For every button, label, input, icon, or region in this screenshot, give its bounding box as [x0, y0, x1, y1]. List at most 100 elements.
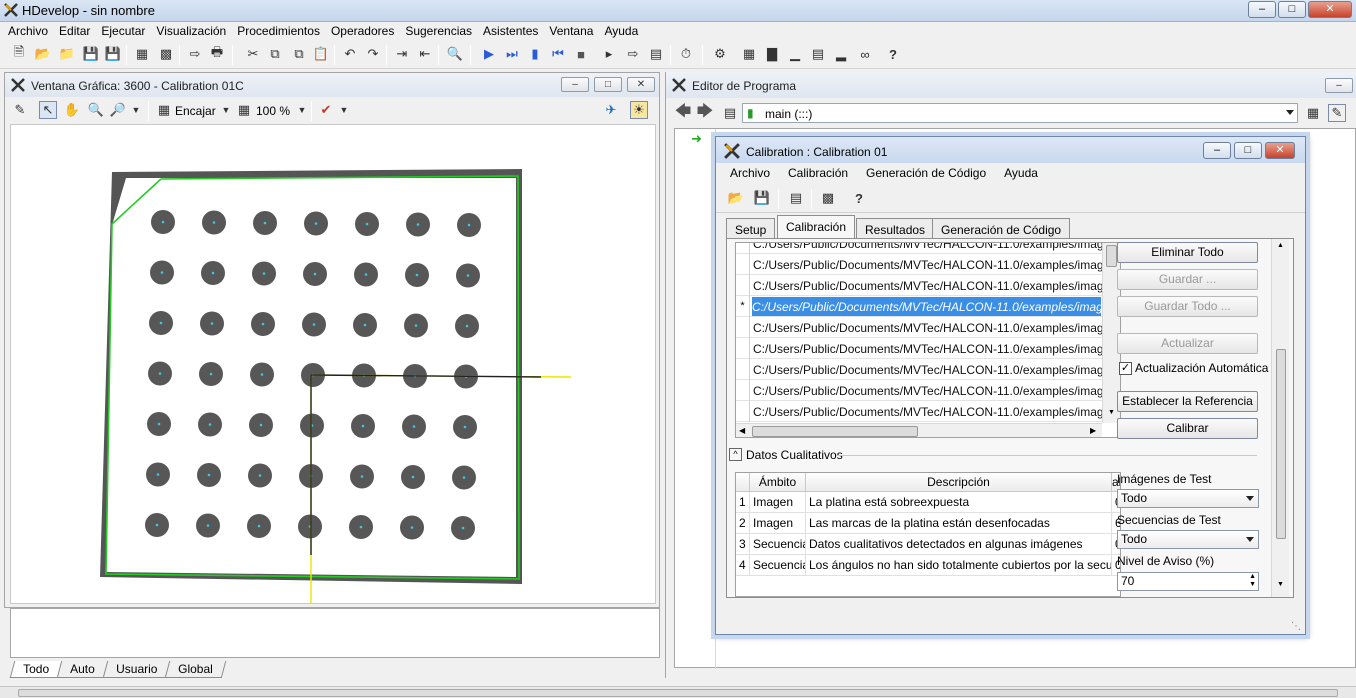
calibration-maximize-button[interactable]: □: [1234, 142, 1262, 159]
acquire-image-icon[interactable]: ▩: [819, 189, 837, 207]
undo-icon[interactable]: ↶: [341, 45, 359, 63]
minimize-button[interactable]: –: [1248, 1, 1276, 18]
header-description[interactable]: Descripción: [806, 473, 1112, 492]
lightbulb-icon[interactable]: ☀: [630, 101, 648, 119]
test-sequences-select[interactable]: Todo: [1117, 530, 1259, 549]
image-list-row[interactable]: C:/Users/Public/Documents/MVTec/HALCON-1…: [736, 275, 1102, 296]
zoom-level-dropdown-icon[interactable]: ▼: [293, 101, 311, 119]
open-recent-icon[interactable]: 📁: [58, 45, 76, 63]
help-icon[interactable]: ?: [884, 45, 902, 63]
tab-generacion-codigo[interactable]: Generación de Código: [932, 218, 1071, 238]
step-into-icon[interactable]: ▮: [526, 45, 544, 63]
image-list-row[interactable]: C:/Users/Public/Documents/MVTec/HALCON-1…: [736, 401, 1102, 422]
warning-level-spinbox[interactable]: 70 ▲ ▼: [1117, 572, 1259, 591]
maximize-button[interactable]: □: [1278, 1, 1306, 18]
load-images-icon[interactable]: ▤: [787, 189, 805, 207]
copy-icon[interactable]: ⧉: [266, 45, 284, 63]
pane-vscroll[interactable]: ▲ ▼: [1271, 239, 1289, 597]
image-list-row[interactable]: * C:/Users/Public/Documents/MVTec/HALCON-…: [736, 296, 1102, 317]
step-over-icon[interactable]: ⏭: [503, 45, 521, 63]
quality-cell-n[interactable]: 2: [736, 513, 750, 534]
procedure-list-icon[interactable]: ▤: [721, 104, 739, 122]
paste-icon[interactable]: 📋: [312, 45, 330, 63]
save-icon[interactable]: 💾: [753, 189, 771, 207]
close-button[interactable]: ✕: [1308, 1, 1352, 18]
quality-cell-scope[interactable]: Secuencia: [750, 534, 806, 555]
run-icon[interactable]: ▶: [480, 45, 498, 63]
open-folder-icon[interactable]: 📂: [34, 45, 52, 63]
pin-icon[interactable]: ✈: [602, 101, 620, 119]
pan-hand-icon[interactable]: ✋: [63, 101, 81, 119]
image-list-row[interactable]: C:/Users/Public/Documents/MVTec/HALCON-1…: [736, 243, 1102, 254]
tab-usuario[interactable]: Usuario: [102, 661, 171, 678]
graphics-maximize-button[interactable]: □: [594, 77, 622, 92]
resize-grip-icon[interactable]: ⋱: [1291, 621, 1301, 632]
zoom-dropdown-icon[interactable]: ▼: [127, 101, 145, 119]
menu-procedimientos[interactable]: Procedimientos: [233, 22, 327, 41]
collapse-quality-button[interactable]: ^: [729, 448, 742, 461]
cal-menu-generacion[interactable]: Generación de Código: [858, 163, 996, 183]
step-back-icon[interactable]: ⏮: [549, 45, 567, 63]
set-reference-button[interactable]: Establecer la Referencia: [1117, 391, 1258, 412]
quality-cell-scope[interactable]: Imagen: [750, 513, 806, 534]
tab-resultados[interactable]: Resultados: [856, 218, 935, 238]
quality-cell-desc[interactable]: Los ángulos no han sido totalmente cubie…: [806, 555, 1112, 576]
menu-visualizacion[interactable]: Visualización: [152, 22, 233, 41]
menu-ventana[interactable]: Ventana: [545, 22, 600, 41]
menu-asistentes[interactable]: Asistentes: [479, 22, 545, 41]
fit-icon[interactable]: ▦: [155, 101, 173, 119]
tab-todo[interactable]: Todo: [9, 661, 63, 678]
quality-cell-n[interactable]: 3: [736, 534, 750, 555]
header-scope[interactable]: Ámbito: [750, 473, 806, 492]
open-folder-icon[interactable]: 📂: [727, 189, 745, 207]
cal-menu-archivo[interactable]: Archivo: [722, 163, 780, 183]
program-editor-minimize-button[interactable]: –: [1325, 78, 1353, 93]
delete-all-button[interactable]: Eliminar Todo: [1117, 242, 1258, 263]
execute-line-icon[interactable]: ⇨: [624, 45, 642, 63]
tab-auto[interactable]: Auto: [56, 661, 108, 678]
save-all-button[interactable]: Guardar Todo ...: [1117, 296, 1258, 317]
histogram-icon[interactable]: ▇: [763, 45, 781, 63]
edit-procedure-icon[interactable]: ✎: [1328, 104, 1346, 122]
paint-dropdown-icon[interactable]: ▼: [335, 101, 353, 119]
zoom-icon[interactable]: 🔍: [87, 101, 105, 119]
outdent-icon[interactable]: ⇤: [416, 45, 434, 63]
export-icon[interactable]: ⇨: [186, 45, 204, 63]
tab-calibracion[interactable]: Calibración: [777, 215, 856, 239]
zoom-level-icon[interactable]: ▦: [235, 101, 253, 119]
quality-cell-desc[interactable]: La platina está sobreexpuesta: [806, 492, 1112, 513]
calibrate-button[interactable]: Calibrar: [1117, 418, 1258, 439]
procedure-icon[interactable]: ▤: [647, 45, 665, 63]
main-hscroll[interactable]: [0, 686, 1356, 698]
image-list-row[interactable]: C:/Users/Public/Documents/MVTec/HALCON-1…: [736, 338, 1102, 359]
calibration-minimize-button[interactable]: –: [1203, 142, 1231, 159]
back-arrow-icon[interactable]: 🡄: [674, 103, 692, 122]
calibration-close-button[interactable]: ✕: [1265, 142, 1295, 159]
quality-cell-desc[interactable]: Datos cualitativos detectados en algunas…: [806, 534, 1112, 555]
quality-cell-scope[interactable]: Imagen: [750, 492, 806, 513]
fit-label[interactable]: Encajar: [175, 104, 216, 118]
procedure-select[interactable]: ▮ main (:::): [742, 103, 1298, 123]
open-graphics-icon[interactable]: ▩: [157, 45, 175, 63]
indent-icon[interactable]: ⇥: [393, 45, 411, 63]
image-list-row[interactable]: C:/Users/Public/Documents/MVTec/HALCON-1…: [736, 359, 1102, 380]
quality-cell-scope[interactable]: Secuencia: [750, 555, 806, 576]
test-images-select[interactable]: Todo: [1117, 489, 1259, 508]
tab-setup[interactable]: Setup: [726, 218, 776, 238]
ocr-icon[interactable]: ∞: [856, 45, 874, 63]
graphics-canvas[interactable]: [10, 124, 656, 604]
cut-icon[interactable]: ✂: [244, 45, 262, 63]
visualization-params-icon[interactable]: ⚙: [711, 45, 729, 63]
quality-cell-n[interactable]: 4: [736, 555, 750, 576]
calibration-image-list[interactable]: C:/Users/Public/Documents/MVTec/HALCON-1…: [735, 242, 1121, 438]
zoom-window-icon[interactable]: ▂: [832, 45, 850, 63]
quality-table[interactable]: Ámbito Descripción al 1 Imagen La platina …: [735, 472, 1121, 597]
insert-image-icon[interactable]: ▦: [133, 45, 151, 63]
cal-menu-calibracion[interactable]: Calibración: [780, 163, 858, 183]
auto-update-checkbox[interactable]: ✓: [1119, 362, 1132, 375]
save-icon[interactable]: 💾: [82, 45, 100, 63]
menu-ejecutar[interactable]: Ejecutar: [97, 22, 152, 41]
graphics-minimize-button[interactable]: –: [561, 77, 589, 92]
cal-menu-ayuda[interactable]: Ayuda: [996, 163, 1048, 183]
feature-inspection-icon[interactable]: ▤: [809, 45, 827, 63]
